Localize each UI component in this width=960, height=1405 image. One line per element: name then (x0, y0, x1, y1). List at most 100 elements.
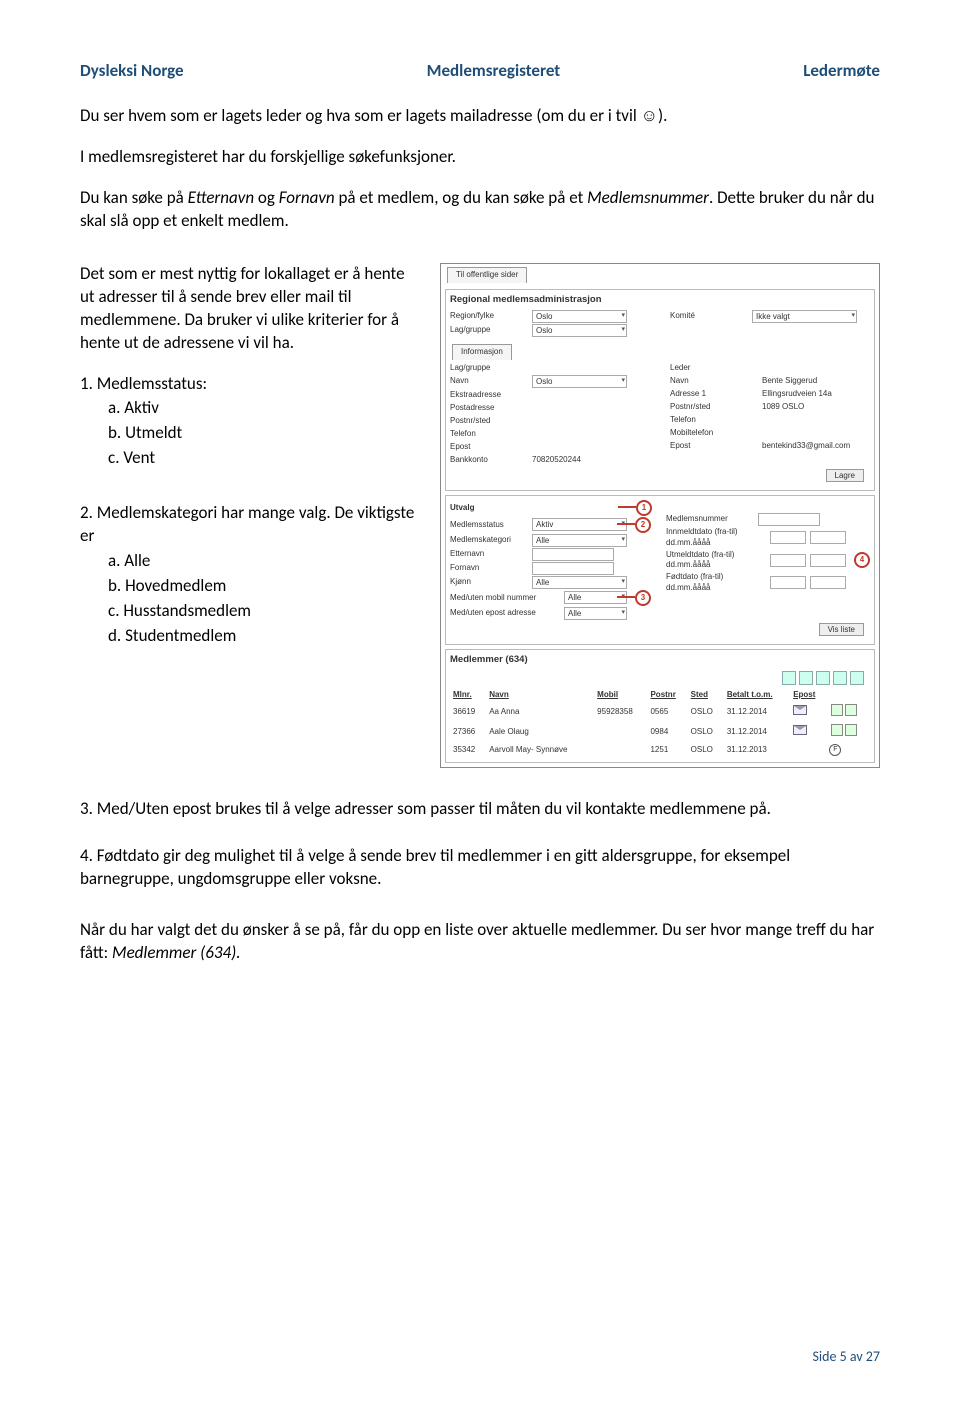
select-status[interactable]: Aktiv (532, 518, 627, 531)
val: 1089 OSLO (762, 402, 804, 413)
callout-4: 4 (854, 552, 870, 568)
show-list-button[interactable]: Vis liste (819, 623, 864, 636)
page-header: Dysleksi Norge Medlemsregisteret Ledermø… (80, 60, 880, 81)
th-epost[interactable]: Epost (790, 688, 826, 703)
input-ut2[interactable] (810, 554, 846, 567)
mail-icon[interactable] (793, 725, 807, 735)
callout-1: 1 (636, 500, 652, 516)
select-lag[interactable]: Oslo (532, 324, 627, 337)
input-fornavn[interactable] (532, 562, 614, 575)
cell: 0984 (647, 722, 687, 742)
cell: 1251 (647, 742, 687, 758)
input-inn1[interactable] (770, 531, 806, 544)
lbl-lag: Lag/gruppe (450, 325, 528, 336)
select-region[interactable]: Oslo (532, 310, 627, 323)
cell: Aarvoll May- Synnøve (486, 742, 594, 758)
lbl: Ekstraadresse (450, 390, 528, 401)
export-icon[interactable] (816, 671, 830, 685)
th-sted[interactable]: Sted (688, 688, 724, 703)
cell: 27366 (450, 722, 486, 742)
select-epost[interactable]: Alle (564, 607, 627, 620)
val-bank: 70820520244 (532, 455, 581, 466)
tab-informasjon[interactable]: Informasjon (452, 344, 512, 360)
lbl: Lag/gruppe (450, 363, 528, 374)
select-mobil[interactable]: Alle (564, 591, 627, 604)
lbl: Epost (450, 442, 528, 453)
list-2b: b. Hovedmedlem (80, 575, 420, 598)
export-icon[interactable] (782, 671, 796, 685)
lbl-region: Region/fylke (450, 311, 528, 322)
cell: Aale Olaug (486, 722, 594, 742)
header-center: Medlemsregisteret (427, 60, 561, 81)
input-fodt1[interactable] (770, 576, 806, 589)
table-row[interactable]: 27366 Aale Olaug 0984 OSLO 31.12.2014 (450, 722, 870, 742)
txt-italic: Etternavn (188, 187, 254, 208)
cell: 0565 (647, 702, 687, 722)
cell (594, 722, 647, 742)
cell: OSLO (688, 742, 724, 758)
input-etternavn[interactable] (532, 548, 614, 561)
cell: 35342 (450, 742, 486, 758)
list-2-heading: 2. Medlemskategori har mange valg. De vi… (80, 502, 420, 548)
page-footer: Side 5 av 27 (812, 1348, 880, 1365)
val: Ellingsrudveien 14a (762, 389, 832, 400)
export-icon[interactable] (833, 671, 847, 685)
list-1-heading: 1. Medlemsstatus: (80, 373, 420, 396)
cell: 31.12.2014 (724, 702, 790, 722)
input-inn2[interactable] (810, 531, 846, 544)
lbl: Adresse 1 (670, 389, 758, 400)
mail-icon[interactable] (793, 705, 807, 715)
input-fodt2[interactable] (810, 576, 846, 589)
select-kategori[interactable]: Alle (532, 534, 627, 547)
cell: OSLO (688, 702, 724, 722)
txt: og (254, 187, 279, 208)
lbl: Fødtdato (fra-til) dd.mm.åååå (666, 572, 766, 594)
intro-line-2: I medlemsregisteret har du forskjellige … (80, 146, 880, 169)
header-right: Ledermøte (803, 60, 880, 81)
txt-italic: Medlemsnummer (587, 187, 709, 208)
lbl: Mobiltelefon (670, 428, 758, 439)
lbl: Utmeldtdato (fra-til) dd.mm.åååå (666, 550, 766, 572)
th-mobil[interactable]: Mobil (594, 688, 647, 703)
list-1b: b. Utmeldt (80, 422, 420, 445)
cell: OSLO (688, 722, 724, 742)
th-betalt[interactable]: Betalt t.o.m. (724, 688, 790, 703)
input-mnr[interactable] (758, 513, 820, 526)
lbl: Medlemsnummer (666, 514, 754, 525)
tab-public[interactable]: Til offentlige sider (447, 267, 527, 283)
cell: 36619 (450, 702, 486, 722)
criteria-explainer: Det som er mest nyttig for lokallaget er… (80, 263, 420, 355)
th-postnr[interactable]: Postnr (647, 688, 687, 703)
table-row[interactable]: 35342 Aarvoll May- Synnøve 1251 OSLO 31.… (450, 742, 870, 758)
list-2c: c. Husstandsmedlem (80, 600, 420, 623)
intro-line-1: Du ser hvem som er lagets leder og hva s… (80, 105, 880, 128)
select-kjonn[interactable]: Alle (532, 576, 627, 589)
select-komite[interactable]: Ikke valgt (752, 310, 857, 323)
section-title-regional: Regional medlemsadministrasjon (450, 294, 870, 307)
intro-line-3: Du kan søke på Etternavn og Fornavn på e… (80, 187, 880, 233)
th-navn[interactable]: Navn (486, 688, 594, 703)
list-1a: a. Aktiv (80, 397, 420, 420)
txt: på et medlem, og du kan søke på et (335, 187, 588, 208)
export-icon[interactable] (799, 671, 813, 685)
detail-icon[interactable] (845, 704, 857, 716)
flag-icon[interactable]: F (829, 744, 841, 756)
detail-icon[interactable] (831, 704, 843, 716)
th-mlnr[interactable]: Mlnr. (450, 688, 486, 703)
lbl: Med/uten mobil nummer (450, 593, 560, 604)
lbl: Kjønn (450, 577, 528, 588)
lbl: Postnr/sted (450, 416, 528, 427)
select-navn[interactable]: Oslo (532, 375, 627, 388)
cell: 95928358 (594, 702, 647, 722)
list-1c: c. Vent (80, 447, 420, 470)
txt: Du kan søke på (80, 187, 188, 208)
detail-icon[interactable] (831, 724, 843, 736)
input-ut1[interactable] (770, 554, 806, 567)
save-button[interactable]: Lagre (826, 469, 864, 482)
lbl-komite: Komité (670, 311, 748, 322)
table-row[interactable]: 36619 Aa Anna 95928358 0565 OSLO 31.12.2… (450, 702, 870, 722)
print-icon[interactable] (850, 671, 864, 685)
cell: 31.12.2013 (724, 742, 790, 758)
lbl: Innmeldtdato (fra-til) dd.mm.åååå (666, 527, 766, 549)
detail-icon[interactable] (845, 724, 857, 736)
